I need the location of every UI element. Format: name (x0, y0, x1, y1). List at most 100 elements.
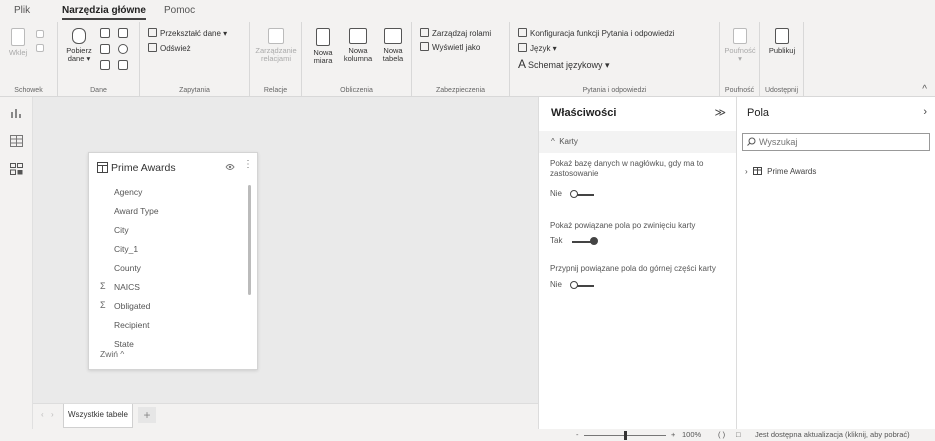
refresh-icon (148, 43, 157, 52)
schema-icon: A (518, 57, 527, 71)
fit-to-screen-icon[interactable]: ( ) (718, 429, 725, 441)
sql-icon[interactable] (118, 44, 128, 54)
field-state[interactable]: State (114, 339, 134, 349)
collapse-properties-icon[interactable]: ≫ (714, 106, 726, 119)
fields-title: Pola (747, 107, 770, 119)
table-icon (752, 167, 762, 175)
show-related-fields-toggle[interactable]: Tak (550, 236, 598, 245)
menu-tab-home[interactable]: Narzędzia główne (62, 5, 146, 20)
refresh-label: Odśwież (160, 44, 191, 53)
table-card-title: Prime Awards (111, 162, 176, 174)
fields-table-item[interactable]: › Prime Awards (745, 167, 816, 176)
field-recipient[interactable]: Recipient (114, 320, 149, 330)
group-relations: Zarządzanie relacjami Relacje (250, 22, 302, 97)
collapse-fields-icon[interactable]: › (923, 106, 927, 118)
enter-data-icon[interactable] (100, 60, 110, 70)
sensitivity-label: Poufność (724, 45, 756, 55)
fields-search-box[interactable] (742, 133, 930, 151)
group-security: Zarządzaj rolami Wyświetl jako Zabezpiec… (412, 22, 510, 97)
refresh-button[interactable]: Odśwież (148, 43, 191, 53)
group-label-sensitivity: Poufność (724, 87, 755, 94)
field-obligated[interactable]: Obligated (114, 301, 150, 311)
group-label-queries: Zapytania (179, 87, 210, 94)
model-view-icon[interactable] (10, 163, 23, 175)
zoom-out-button[interactable]: - (576, 429, 579, 441)
report-view-icon[interactable] (10, 107, 23, 119)
menu-tab-help[interactable]: Pomoc (164, 5, 195, 16)
get-data-button[interactable]: Pobierz dane ▾ (64, 28, 94, 64)
view-as-icon (420, 42, 429, 51)
publish-label: Publikuj (768, 45, 796, 55)
status-bar: - + 100% ( ) □ Jest dostępna aktualizacj… (0, 429, 935, 441)
field-naics[interactable]: NAICS (114, 282, 140, 292)
recent-sources-icon[interactable] (118, 60, 128, 70)
chevron-up-icon: ^ (551, 137, 555, 146)
group-calculations: Nowa miara Nowa kolumna Nowa tabela Obli… (302, 22, 412, 97)
toggle-value: Tak (550, 236, 563, 245)
dataset-icon[interactable] (118, 28, 128, 38)
toggle-value: Nie (550, 189, 563, 198)
linguistic-schema-button[interactable]: A Schemat językowy ▾ (518, 57, 610, 71)
collapse-ribbon-icon[interactable]: ^ (922, 84, 927, 95)
table-card[interactable]: Prime Awards ⋮ Agency Award Type City Ci… (88, 152, 258, 370)
relationship-icon (268, 28, 284, 44)
visibility-icon[interactable] (225, 163, 235, 171)
data-view-icon[interactable] (10, 135, 23, 147)
pin-related-fields-label: Przypnij powiązane pola do górnej części… (550, 264, 716, 273)
transform-label: Przekształć dane (160, 29, 221, 38)
language-icon (518, 43, 527, 52)
zoom-in-button[interactable]: + (671, 429, 675, 441)
scroll-right-icon[interactable]: › (51, 410, 54, 419)
group-clipboard: Wklej Schowek (0, 22, 58, 97)
update-notice-link[interactable]: Jest dostępna aktualizacja (kliknij, aby… (755, 429, 910, 441)
more-options-icon[interactable]: ⋮ (243, 159, 253, 170)
view-as-label: Wyświetl jako (432, 43, 481, 52)
field-county[interactable]: County (114, 263, 141, 273)
field-city-1[interactable]: City_1 (114, 244, 138, 254)
manage-roles-label: Zarządzaj rolami (432, 29, 492, 38)
add-layout-button[interactable]: + (138, 407, 156, 423)
fields-pane: Pola › › Prime Awards (736, 97, 935, 429)
field-city[interactable]: City (114, 225, 129, 235)
tab-all-tables[interactable]: Wszystkie tabele (63, 404, 133, 428)
fields-search-input[interactable] (759, 136, 924, 148)
get-data-label-2: dane (67, 54, 85, 64)
manage-roles-button[interactable]: Zarządzaj rolami (420, 28, 491, 38)
search-icon (747, 137, 756, 146)
copy-icon[interactable] (36, 44, 44, 52)
menu-tab-file[interactable]: Plik (14, 5, 30, 16)
table-data-icon[interactable] (100, 44, 110, 54)
sensitivity-button[interactable]: Poufność ▾ (722, 28, 758, 64)
paste-button[interactable]: Wklej (6, 28, 30, 57)
toggle-value: Nie (550, 280, 563, 289)
excel-icon[interactable] (100, 28, 110, 38)
transform-data-button[interactable]: Przekształć dane ▾ (148, 28, 227, 38)
manage-relations-button[interactable]: Zarządzanie relacjami (254, 28, 298, 64)
new-measure-button[interactable]: Nowa miara (308, 28, 338, 66)
language-button[interactable]: Język ▾ (518, 43, 557, 53)
collapse-card-link[interactable]: Zwiń ^ (100, 349, 124, 359)
paste-label: Wklej (8, 47, 28, 57)
zoom-level: 100% (682, 430, 702, 439)
show-database-toggle[interactable]: Nie (550, 189, 594, 198)
new-table-button[interactable]: Nowa tabela (378, 28, 408, 64)
table-card-header[interactable]: Prime Awards ⋮ (89, 153, 257, 181)
field-agency[interactable]: Agency (114, 187, 142, 197)
new-table-label-2: tabela (382, 54, 404, 64)
table-icon (384, 28, 402, 44)
fullscreen-icon[interactable]: □ (736, 429, 741, 441)
cards-section-header[interactable]: ^ Karty (539, 131, 737, 153)
card-scrollbar[interactable] (248, 185, 251, 295)
scroll-left-icon[interactable]: ‹ (41, 410, 44, 419)
properties-pane: Właściwości ≫ ^ Karty Pokaż bazę danych … (538, 97, 737, 429)
qa-setup-button[interactable]: Konfiguracja funkcji Pytania i odpowiedz… (518, 28, 675, 38)
field-award-type[interactable]: Award Type (114, 206, 159, 216)
chevron-right-icon: › (745, 167, 748, 176)
new-column-button[interactable]: Nowa kolumna (340, 28, 376, 64)
zoom-slider-thumb[interactable] (624, 431, 627, 440)
group-label-relations: Relacje (263, 87, 288, 94)
pin-related-fields-toggle[interactable]: Nie (550, 280, 594, 289)
cut-icon[interactable] (36, 30, 44, 38)
publish-button[interactable]: Publikuj (762, 28, 802, 55)
view-as-button[interactable]: Wyświetl jako (420, 42, 480, 52)
